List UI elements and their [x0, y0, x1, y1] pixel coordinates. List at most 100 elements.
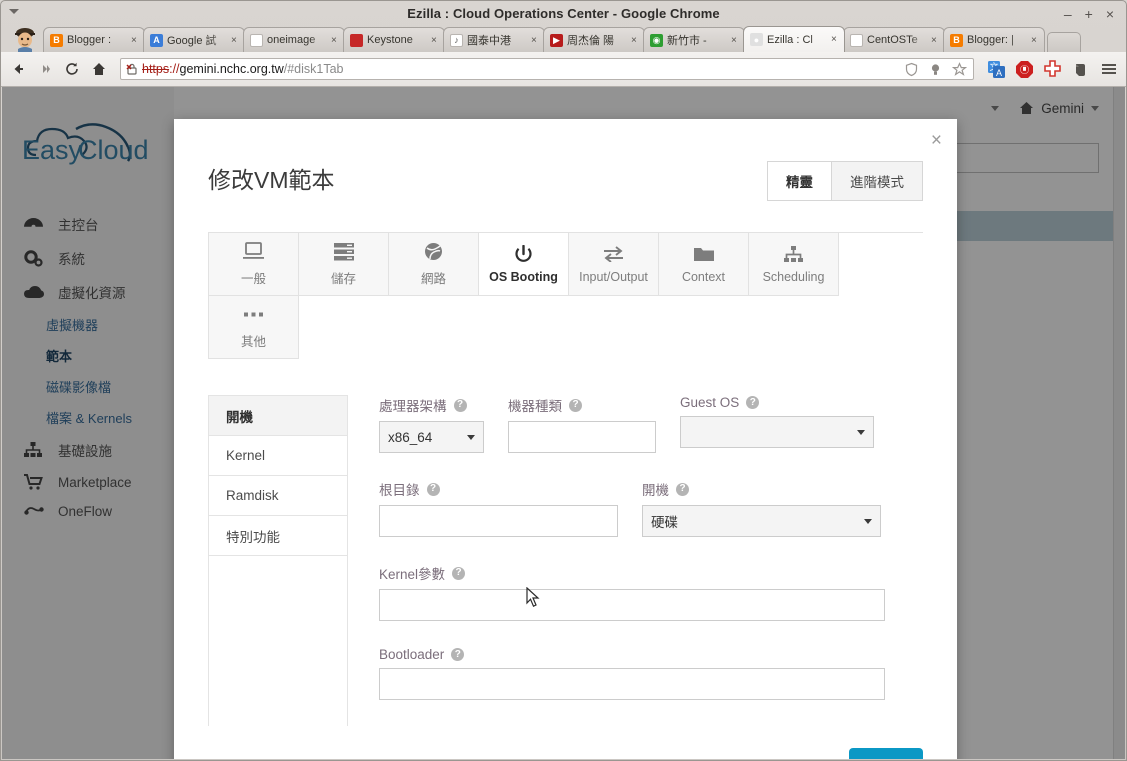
modal-tab-3[interactable]: OS Booting — [479, 233, 569, 296]
page-viewport: Easy Cloud 主控台 系統 虛擬化資源 虛擬機器 範本 磁碟影像檔 檔案 & Ker… — [2, 87, 1125, 759]
broken-lock-icon[interactable] — [125, 62, 139, 76]
tab-close-icon[interactable]: × — [131, 35, 140, 46]
subnav-item-2[interactable]: Ramdisk — [209, 476, 347, 516]
cpu-arch-select[interactable]: x86_64 — [379, 421, 484, 453]
profile-avatar-icon[interactable] — [11, 24, 39, 52]
boot-device-select[interactable]: 硬碟 — [642, 505, 881, 537]
svg-text:A: A — [996, 68, 1002, 78]
browser-tab[interactable]: ♪ 國泰中港 × — [443, 27, 545, 52]
help-icon[interactable]: ? — [676, 482, 689, 496]
browser-tab[interactable]: ◉ 新竹市 - × — [643, 27, 745, 52]
tab-close-icon[interactable]: × — [731, 35, 740, 46]
home-icon[interactable] — [90, 60, 108, 78]
subnav-item-1[interactable]: Kernel — [209, 436, 347, 476]
globe-icon — [424, 242, 443, 262]
kernel-params-label: Kernel參數 ? — [379, 563, 885, 583]
tab-close-icon[interactable]: × — [431, 35, 440, 46]
browser-toolbar: https://gemini.nchc.org.tw/#disk1Tab 文 — [1, 52, 1126, 87]
close-icon[interactable]: × — [931, 131, 942, 150]
back-icon[interactable] — [9, 60, 27, 78]
tab-close-icon[interactable]: × — [1031, 35, 1040, 46]
minimize-button[interactable]: – — [1064, 7, 1072, 21]
evernote-icon[interactable] — [1071, 60, 1090, 79]
modal-tab-4[interactable]: Input/Output — [569, 233, 659, 296]
adblock-icon[interactable] — [1015, 60, 1034, 79]
tab-close-icon[interactable]: × — [631, 35, 640, 46]
browser-tab[interactable]: CentOSTe × — [843, 27, 945, 52]
browser-tab[interactable]: B Blogger: | × — [943, 27, 1045, 52]
help-icon[interactable]: ? — [452, 566, 466, 580]
monitor-icon — [243, 242, 264, 262]
browser-tab[interactable]: Keystone × — [343, 27, 445, 52]
subnav-item-label: Kernel — [226, 448, 266, 463]
tab-close-icon[interactable]: × — [931, 35, 940, 46]
tab-close-icon[interactable]: × — [231, 35, 240, 46]
browser-tab-label: 國泰中港 — [467, 35, 511, 47]
close-window-button[interactable]: × — [1106, 7, 1114, 21]
form-row-2: 根目錄 ? 開機 ? 硬碟 — [379, 479, 923, 537]
browser-tab-label: Google 試 — [167, 35, 217, 47]
window-menu-caret-icon[interactable] — [9, 9, 19, 14]
modal-tab-label: OS Booting — [489, 270, 558, 284]
browser-tab[interactable]: A Google 試 × — [143, 27, 245, 52]
star-icon[interactable] — [950, 60, 969, 79]
tab-close-icon[interactable]: × — [831, 34, 840, 45]
modal-tab-6[interactable]: Scheduling — [749, 233, 839, 296]
reload-icon[interactable] — [63, 60, 81, 78]
modal-tab-bar: 一般 儲存 網路 OS Booting Input/Output Context Sched… — [208, 232, 923, 359]
translate-icon[interactable]: 文 A — [987, 60, 1006, 79]
mode-button-1[interactable]: 進階模式 — [831, 162, 922, 200]
youtube-icon: ▶ — [550, 33, 563, 47]
form-row-3: Kernel參數 ? — [379, 563, 923, 621]
help-icon[interactable]: ? — [746, 396, 760, 409]
titlebar: Ezilla : Cloud Operations Center - Googl… — [1, 1, 1126, 26]
mode-button-0[interactable]: 精靈 — [768, 162, 831, 200]
menu-icon[interactable] — [1099, 60, 1118, 79]
shield-icon[interactable] — [902, 60, 921, 79]
help-icon[interactable]: ? — [426, 482, 440, 496]
root-dir-input[interactable] — [379, 505, 618, 537]
chevron-down-icon — [857, 429, 865, 435]
forward-icon[interactable] — [36, 60, 54, 78]
browser-tab[interactable]: ▶ 周杰倫 陽 × — [543, 27, 645, 52]
browser-tab[interactable]: oneimage × — [243, 27, 345, 52]
browser-tab[interactable]: B Blogger : × — [43, 27, 145, 52]
modal-tab-5[interactable]: Context — [659, 233, 749, 296]
help-icon[interactable]: ? — [451, 648, 465, 661]
modal-tab-1[interactable]: 儲存 — [299, 233, 389, 296]
page-icon — [250, 33, 263, 47]
guest-os-select[interactable] — [680, 416, 874, 448]
modal-tab-0[interactable]: 一般 — [209, 233, 299, 296]
red-cross-icon[interactable] — [1043, 59, 1062, 79]
browser-tab-label: 周杰倫 陽 — [567, 35, 615, 47]
machine-type-label: 機器種類 ? — [508, 395, 656, 415]
tab-close-icon[interactable]: × — [531, 35, 540, 46]
tab-close-icon[interactable]: × — [331, 35, 340, 46]
bootloader-input[interactable] — [379, 668, 885, 700]
lightbulb-icon[interactable] — [926, 60, 945, 79]
boot-device-field: 開機 ? 硬碟 — [642, 479, 881, 537]
help-icon[interactable]: ? — [569, 398, 582, 412]
folder-icon — [693, 244, 714, 264]
help-icon[interactable]: ? — [453, 398, 467, 412]
modal-tab-7[interactable]: 其他 — [209, 296, 299, 359]
subnav-item-3[interactable]: 特別功能 — [209, 516, 347, 556]
machine-type-input[interactable] — [508, 421, 656, 453]
submit-button[interactable]: 修改 — [849, 748, 923, 759]
google-translate-icon: A — [150, 33, 163, 47]
bootloader-label: Bootloader ? — [379, 647, 885, 662]
maximize-button[interactable]: + — [1085, 7, 1093, 21]
page-icon — [850, 33, 863, 47]
browser-window: Ezilla : Cloud Operations Center - Googl… — [0, 0, 1127, 761]
os-booting-form: 處理器架構 ? x86_64 機器種類 ? Guest OS ? 根目錄 ? 開… — [348, 395, 923, 726]
modal-tab-2[interactable]: 網路 — [389, 233, 479, 296]
address-bar[interactable]: https://gemini.nchc.org.tw/#disk1Tab — [120, 58, 974, 80]
subnav-item-label: Ramdisk — [226, 488, 279, 503]
browser-tab[interactable]: ● Ezilla : Cl × — [743, 26, 845, 52]
kernel-params-input[interactable] — [379, 589, 885, 621]
new-tab-button[interactable] — [1047, 32, 1081, 52]
machine-type-field: 機器種類 ? — [508, 395, 656, 453]
browser-tab-label: oneimage — [267, 34, 316, 46]
subnav-item-0[interactable]: 開機 — [209, 396, 347, 436]
modal-subnav: 開機 Kernel Ramdisk 特別功能 — [208, 395, 348, 726]
